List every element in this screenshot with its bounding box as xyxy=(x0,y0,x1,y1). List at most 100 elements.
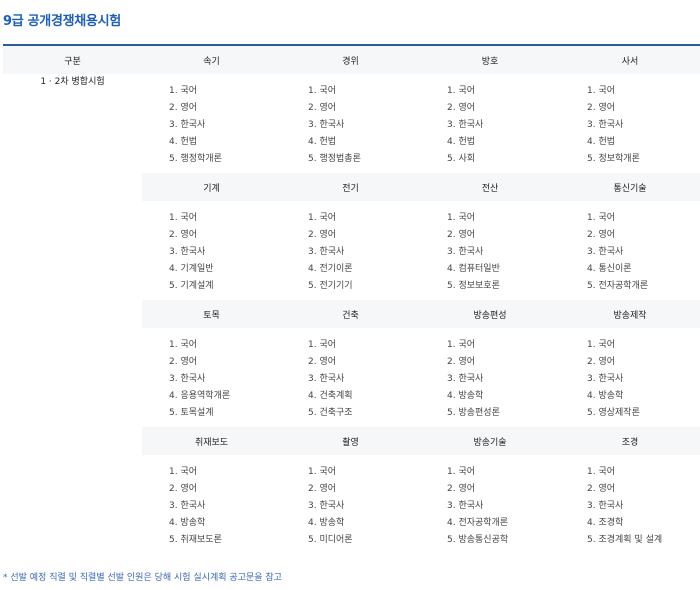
subject-item: 1. 국어 xyxy=(308,213,337,223)
subject-list: 1. 국어 2. 영어 3. 한국사 4. 방송학 5. 취재보도론 xyxy=(142,455,281,550)
subject-item: 4. 헌법 xyxy=(447,137,476,147)
subject-item: 5. 행정학개론 xyxy=(169,154,222,164)
subject-item: 2. 영어 xyxy=(169,103,198,113)
field-header: 기계 xyxy=(142,173,281,201)
subject-item: 1. 국어 xyxy=(587,467,616,477)
exam-group-label: 1 · 2차 병합시험 xyxy=(3,74,142,554)
subject-item: 4. 전자공학개론 xyxy=(447,518,509,528)
subject-item: 3. 한국사 xyxy=(587,501,624,511)
subject-list: 1. 국어 2. 영어 3. 한국사 4. 헌법 5. 행정법총론 xyxy=(281,74,420,169)
subject-item: 3. 한국사 xyxy=(587,374,624,384)
field-header: 건축 xyxy=(281,300,420,328)
subject-item: 2. 영어 xyxy=(447,230,476,240)
subject-item: 5. 정보보호론 xyxy=(447,281,500,291)
subject-list: 1. 국어 2. 영어 3. 한국사 4. 조경학 5. 조경계획 및 설계 xyxy=(560,455,700,550)
subject-cell: 1. 국어 2. 영어 3. 한국사 4. 방송학 5. 영상제작론 xyxy=(560,328,700,427)
subject-item: 1. 국어 xyxy=(447,213,476,223)
field-header: 방송제작 xyxy=(560,300,700,328)
subject-item: 4. 컴퓨터일반 xyxy=(447,264,500,274)
subject-item: 1. 국어 xyxy=(308,86,337,96)
subject-item: 1. 국어 xyxy=(447,467,476,477)
subject-cell: 1. 국어 2. 영어 3. 한국사 4. 헌법 5. 사회 xyxy=(420,74,560,173)
subject-item: 5. 건축구조 xyxy=(308,408,353,418)
subject-cell: 1. 국어 2. 영어 3. 한국사 4. 전자공학개론 5. 방송통신공학 xyxy=(420,455,560,554)
subject-item: 5. 토목설계 xyxy=(169,408,214,418)
field-header: 경위 xyxy=(281,46,420,74)
subject-item: 4. 건축계획 xyxy=(308,391,353,401)
subject-item: 5. 방송통신공학 xyxy=(447,535,509,545)
exam-subjects-table: 구분 속기 경위 방호 사서 1 · 2차 병합시험 1. 국어 2. 영어 3… xyxy=(3,46,700,554)
field-header: 방송편성 xyxy=(420,300,560,328)
subject-cell: 1. 국어 2. 영어 3. 한국사 4. 전기이론 5. 전기기기 xyxy=(281,201,420,300)
subject-cell: 1. 국어 2. 영어 3. 한국사 4. 통신이론 5. 전자공학개론 xyxy=(560,201,700,300)
subject-list: 1. 국어 2. 영어 3. 한국사 4. 방송학 5. 미디어론 xyxy=(281,455,420,550)
subject-item: 3. 한국사 xyxy=(587,247,624,257)
subject-item: 5. 영상제작론 xyxy=(587,408,640,418)
subject-list: 1. 국어 2. 영어 3. 한국사 4. 응용역학개론 5. 토목설계 xyxy=(142,328,281,423)
subject-item: 2. 영어 xyxy=(587,484,616,494)
subject-item: 5. 정보학개론 xyxy=(587,154,640,164)
subject-item: 5. 전자공학개론 xyxy=(587,281,649,291)
subject-item: 4. 헌법 xyxy=(308,137,337,147)
subjects-row: 1 · 2차 병합시험 1. 국어 2. 영어 3. 한국사 4. 헌법 5. … xyxy=(3,74,700,554)
subject-item: 5. 취재보도론 xyxy=(169,535,222,545)
field-header: 전기 xyxy=(281,173,420,201)
subject-item: 5. 미디어론 xyxy=(308,535,353,545)
subject-item: 2. 영어 xyxy=(447,357,476,367)
subject-item: 4. 방송학 xyxy=(587,391,624,401)
subject-item: 1. 국어 xyxy=(587,86,616,96)
subject-item: 1. 국어 xyxy=(587,340,616,350)
subject-list: 1. 국어 2. 영어 3. 한국사 4. 헌법 5. 사회 xyxy=(420,74,560,169)
subject-item: 3. 한국사 xyxy=(447,501,484,511)
subject-item: 2. 영어 xyxy=(169,484,198,494)
field-header: 방호 xyxy=(420,46,560,74)
subject-item: 4. 전기이론 xyxy=(308,264,353,274)
subject-item: 2. 영어 xyxy=(308,484,337,494)
subject-item: 1. 국어 xyxy=(308,467,337,477)
subject-item: 4. 통신이론 xyxy=(587,264,632,274)
field-header: 조경 xyxy=(560,427,700,455)
subject-item: 4. 방송학 xyxy=(169,518,206,528)
subject-item: 2. 영어 xyxy=(308,103,337,113)
subject-item: 4. 헌법 xyxy=(169,137,198,147)
page-title: 9급 공개경쟁채용시험 xyxy=(3,14,121,29)
field-header: 촬영 xyxy=(281,427,420,455)
field-header: 토목 xyxy=(142,300,281,328)
subject-list: 1. 국어 2. 영어 3. 한국사 4. 건축계획 5. 건축구조 xyxy=(281,328,420,423)
subject-item: 4. 방송학 xyxy=(447,391,484,401)
subject-item: 5. 전기기기 xyxy=(308,281,353,291)
exam-page: 9급 공개경쟁채용시험 구분 속기 경위 방호 사서 1 · 2차 병합시험 1… xyxy=(0,0,700,590)
subject-item: 3. 한국사 xyxy=(308,501,345,511)
subject-list: 1. 국어 2. 영어 3. 한국사 4. 기계일반 5. 기계설계 xyxy=(142,201,281,296)
field-header: 사서 xyxy=(560,46,700,74)
subject-item: 4. 기계일반 xyxy=(169,264,214,274)
field-header: 방송기술 xyxy=(420,427,560,455)
subject-item: 3. 한국사 xyxy=(169,247,206,257)
subject-item: 4. 방송학 xyxy=(308,518,345,528)
field-header: 통신기술 xyxy=(560,173,700,201)
subject-item: 3. 한국사 xyxy=(169,120,206,130)
subject-item: 1. 국어 xyxy=(447,86,476,96)
subject-item: 1. 국어 xyxy=(169,213,198,223)
subject-item: 3. 한국사 xyxy=(308,374,345,384)
subject-item: 2. 영어 xyxy=(447,103,476,113)
subject-item: 2. 영어 xyxy=(169,230,198,240)
subject-item: 3. 한국사 xyxy=(447,120,484,130)
subject-item: 5. 기계설계 xyxy=(169,281,214,291)
subject-item: 3. 한국사 xyxy=(308,120,345,130)
subject-item: 3. 한국사 xyxy=(169,501,206,511)
field-header: 전산 xyxy=(420,173,560,201)
field-header-row: 구분 속기 경위 방호 사서 xyxy=(3,46,700,74)
subject-item: 1. 국어 xyxy=(169,86,198,96)
subject-item: 4. 헌법 xyxy=(587,137,616,147)
subject-item: 1. 국어 xyxy=(587,213,616,223)
subject-item: 3. 한국사 xyxy=(169,374,206,384)
subject-item: 3. 한국사 xyxy=(587,120,624,130)
footnote: * 선발 예정 직렬 및 직렬별 선발 인원은 당해 시험 실시계획 공고문을 … xyxy=(3,573,282,583)
table-body: 구분 속기 경위 방호 사서 1 · 2차 병합시험 1. 국어 2. 영어 3… xyxy=(3,46,700,554)
subject-item: 2. 영어 xyxy=(587,103,616,113)
subject-list: 1. 국어 2. 영어 3. 한국사 4. 헌법 5. 행정학개론 xyxy=(142,74,281,169)
subject-list: 1. 국어 2. 영어 3. 한국사 4. 컴퓨터일반 5. 정보보호론 xyxy=(420,201,560,296)
subject-cell: 1. 국어 2. 영어 3. 한국사 4. 컴퓨터일반 5. 정보보호론 xyxy=(420,201,560,300)
subject-list: 1. 국어 2. 영어 3. 한국사 4. 헌법 5. 정보학개론 xyxy=(560,74,700,169)
